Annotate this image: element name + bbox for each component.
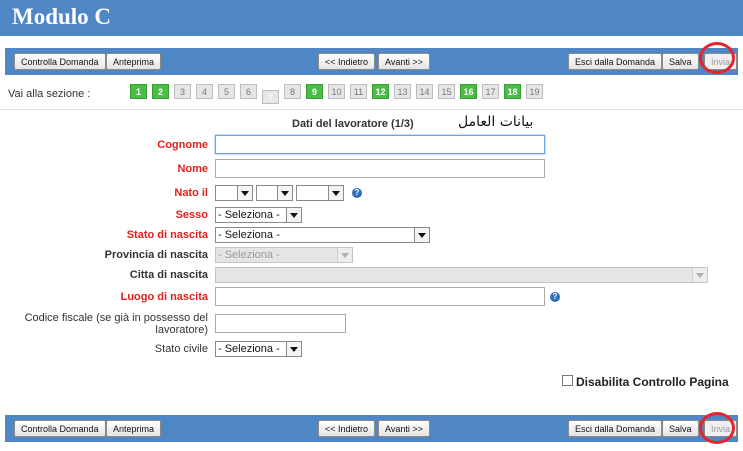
codice-fiscale-label: Codice fiscale (se già in possesso del: [24, 312, 208, 324]
section-link-14[interactable]: 14: [416, 84, 433, 99]
highlight-ring: [699, 42, 735, 74]
provincia-nascita-select[interactable]: - Seleziona -: [215, 247, 353, 263]
chevron-down-icon: [286, 342, 301, 356]
stato-nascita-select[interactable]: - Seleziona -: [215, 227, 430, 243]
nome-input[interactable]: [215, 159, 545, 178]
section-link-2[interactable]: 2: [152, 84, 169, 99]
provincia-nascita-label: Provincia di nascita: [104, 249, 208, 261]
birth-month-select[interactable]: [256, 185, 293, 201]
section-link-4[interactable]: 4: [196, 84, 213, 99]
section-link-16[interactable]: 16: [460, 84, 477, 99]
section-link-8[interactable]: 8: [284, 84, 301, 99]
sesso-label: Sesso: [175, 209, 208, 221]
anteprima-button[interactable]: Anteprima: [106, 53, 162, 70]
help-icon[interactable]: ?: [352, 188, 362, 198]
luogo-nascita-input[interactable]: [215, 287, 545, 306]
section-link-9[interactable]: 9: [306, 84, 323, 99]
app-header: Modulo C: [0, 0, 743, 36]
section-link-1[interactable]: 1: [130, 84, 147, 99]
top-toolbar: Controlla Domanda Anteprima << Indietro …: [5, 48, 738, 75]
page-title: Modulo C: [12, 4, 112, 29]
anteprima-button[interactable]: Anteprima: [106, 420, 162, 437]
esci-button[interactable]: Esci dalla Domanda: [568, 420, 663, 437]
section-link-18[interactable]: 18: [504, 84, 521, 99]
form-title: Dati del lavoratore (1/3): [292, 118, 414, 130]
indietro-button[interactable]: << Indietro: [318, 420, 376, 437]
section-link-17[interactable]: 17: [482, 84, 499, 99]
birth-day-select[interactable]: [215, 185, 253, 201]
section-link-12[interactable]: 12: [372, 84, 389, 99]
bottom-toolbar: Controlla Domanda Anteprima << Indietro …: [5, 415, 738, 442]
stato-civile-select[interactable]: - Seleziona -: [215, 341, 302, 357]
stato-nascita-label: Stato di nascita: [126, 229, 208, 241]
esci-button[interactable]: Esci dalla Domanda: [568, 53, 663, 70]
avanti-button[interactable]: Avanti >>: [378, 53, 430, 70]
section-link-19[interactable]: 19: [526, 84, 543, 99]
section-link-15[interactable]: 15: [438, 84, 455, 99]
stato-nascita-value: - Seleziona -: [218, 229, 280, 241]
sesso-select[interactable]: - Seleziona -: [215, 207, 302, 223]
citta-nascita-label: Citta di nascita: [129, 269, 208, 281]
provincia-nascita-value: - Seleziona -: [218, 249, 280, 261]
codice-fiscale-label-line2: lavoratore): [155, 324, 208, 336]
stato-civile-value: - Seleziona -: [218, 343, 280, 355]
citta-nascita-select[interactable]: [215, 267, 708, 283]
indietro-button[interactable]: << Indietro: [318, 53, 376, 70]
cognome-label: Cognome: [157, 139, 208, 151]
codice-fiscale-input[interactable]: [215, 314, 346, 333]
arabic-annotation: بيانات العامل: [458, 114, 534, 130]
salva-button[interactable]: Salva: [662, 53, 699, 70]
chevron-down-icon: [286, 208, 301, 222]
avanti-button[interactable]: Avanti >>: [378, 420, 430, 437]
section-link-5[interactable]: 5: [218, 84, 235, 99]
section-link-13[interactable]: 13: [394, 84, 411, 99]
sesso-value: - Seleziona -: [218, 209, 280, 221]
chevron-down-icon: [692, 268, 707, 282]
help-icon[interactable]: ?: [550, 292, 560, 302]
divider: [0, 109, 743, 110]
stato-civile-label: Stato civile: [154, 343, 208, 355]
chevron-down-icon: [277, 186, 292, 200]
section-link-7[interactable]: 7: [262, 90, 279, 104]
luogo-nascita-label: Luogo di nascita: [120, 291, 208, 303]
birth-year-select[interactable]: [296, 185, 344, 201]
section-link-6[interactable]: 6: [240, 84, 257, 99]
section-link-10[interactable]: 10: [328, 84, 345, 99]
disabilita-checkbox[interactable]: [562, 375, 573, 386]
highlight-ring: [699, 412, 735, 444]
cognome-input[interactable]: [215, 135, 545, 154]
section-link-3[interactable]: 3: [174, 84, 191, 99]
controlla-domanda-button[interactable]: Controlla Domanda: [14, 53, 106, 70]
chevron-down-icon: [328, 186, 343, 200]
chevron-down-icon: [337, 248, 352, 262]
chevron-down-icon: [414, 228, 429, 242]
controlla-domanda-button[interactable]: Controlla Domanda: [14, 420, 106, 437]
disabilita-label: Disabilita Controllo Pagina: [576, 375, 729, 389]
chevron-down-icon: [237, 186, 252, 200]
salva-button[interactable]: Salva: [662, 420, 699, 437]
section-nav-label: Vai alla sezione :: [8, 88, 91, 100]
nato-il-label: Nato il: [174, 187, 208, 199]
section-link-11[interactable]: 11: [350, 84, 367, 99]
nome-label: Nome: [177, 163, 208, 175]
